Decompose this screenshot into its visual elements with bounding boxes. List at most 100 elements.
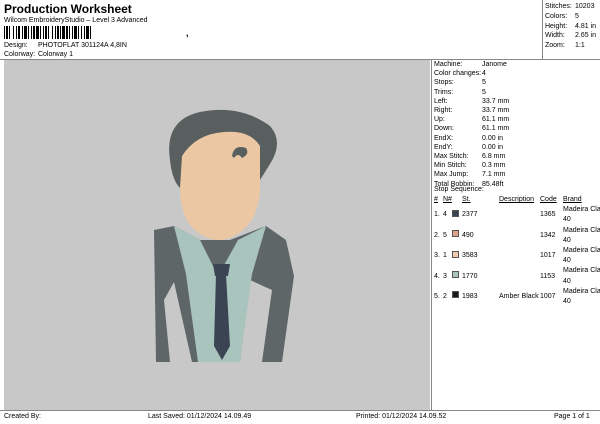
detail-value: 0.00 in: [482, 143, 504, 151]
detail-row: Left: 33.7 mm: [434, 97, 509, 106]
detail-value: 61.1 mm: [482, 125, 510, 133]
stop-cell-st: 1983: [462, 292, 478, 300]
stop-cell-n: 2.: [434, 231, 440, 239]
stop-cell-st: 2377: [462, 211, 478, 219]
color-swatch-icon: [452, 271, 459, 279]
stat-value: 1:1: [575, 42, 585, 50]
stop-column-header: Code: [540, 196, 557, 203]
detail-row: Trims: 5: [434, 88, 509, 97]
detail-label: Trims:: [434, 88, 454, 96]
detail-value: 33.7 mm: [482, 97, 510, 105]
stop-cell-code: 1017: [540, 252, 556, 260]
detail-row: EndX: 0.00 in: [434, 134, 509, 143]
thread-color-swatch: [452, 271, 462, 282]
detail-row: Color changes: 4: [434, 69, 509, 78]
detail-label: Max Stitch:: [434, 153, 469, 161]
color-swatch-icon: [452, 291, 459, 299]
detail-label: Machine:: [434, 61, 463, 68]
detail-value: 4: [482, 70, 486, 78]
barcode-bar: [91, 26, 93, 39]
stat-value: 4.81 in: [575, 22, 597, 30]
stat-label: Stitches:: [545, 3, 572, 10]
detail-value: 5: [482, 79, 486, 87]
detail-value: 61.1 mm: [482, 116, 510, 124]
detail-label: Right:: [434, 107, 453, 115]
detail-value: 85.48ft: [482, 180, 504, 188]
stop-cell-n: 3.: [434, 252, 440, 260]
detail-value: 5: [482, 88, 486, 96]
stop-row: 2.5 490 1342 Madeira Classic 40: [434, 226, 600, 246]
design-row: Design: PHOTOFLAT 301124A 4,8IN: [4, 42, 127, 49]
stop-sequence-table: # N# St. Description Code Brand 1. 4 2377 1365 Mad…: [434, 195, 600, 307]
detail-label: Color changes:: [434, 70, 482, 78]
software-subtitle: Wilcom EmbroideryStudio – Level 3 Advanc…: [4, 17, 148, 24]
stat-label: Height:: [545, 22, 568, 30]
stop-column-header: #: [434, 196, 438, 203]
stop-column-header: Description: [499, 196, 535, 203]
stats-divider: [542, 0, 543, 59]
detail-label: Min Stitch:: [434, 162, 467, 170]
stop-column-header: N#: [443, 196, 452, 203]
panel-divider: [431, 59, 432, 410]
stop-cell-brand: Madeira Classic 40: [563, 206, 600, 224]
detail-label: EndX:: [434, 134, 454, 142]
detail-value: 7.1 mm: [482, 171, 506, 179]
stop-cell-st: 3583: [462, 252, 478, 260]
stat-value: 10203: [575, 3, 595, 10]
worksheet-title: Production Worksheet: [4, 2, 132, 16]
thread-color-swatch: [452, 209, 462, 221]
detail-value: 0.00 in: [482, 134, 504, 142]
detail-label: Down:: [434, 125, 454, 133]
barcode: [4, 26, 184, 39]
stop-cell-st: 490: [462, 231, 474, 239]
thread-color-swatch: [452, 230, 462, 241]
stop-cell-nn: 1: [443, 252, 447, 260]
design-preview: [4, 60, 430, 410]
design-value: PHOTOFLAT 301124A 4,8IN: [37, 42, 127, 49]
detail-row: Max Stitch: 6.8 mm: [434, 152, 509, 161]
stat-label: Zoom:: [545, 42, 565, 50]
detail-row: Down: 61.1 mm: [434, 124, 509, 133]
stop-cell-n: 5.: [434, 292, 440, 300]
machine-details: Machine: Janome Color changes: 4 Stops: 5 Trim…: [434, 60, 509, 189]
created-by: Created By:: [4, 413, 41, 420]
detail-row: Machine: Janome: [434, 60, 509, 69]
color-swatch-icon: [452, 250, 459, 258]
stop-row: 5.2 1983 Amber Black1007 Madeira Classic 40: [434, 287, 600, 307]
stat-value: 5: [575, 12, 579, 20]
stat-row: Stitches: 10203: [545, 2, 596, 12]
stop-cell-brand: Madeira Classic 40: [563, 226, 600, 244]
stop-column-header: Brand: [563, 196, 582, 203]
stop-cell-nn: 2: [443, 292, 447, 300]
stop-cell-brand: Madeira Classic 40: [563, 267, 600, 285]
stop-cell-nn: 5: [443, 231, 447, 239]
stat-label: Colors:: [545, 12, 568, 20]
detail-value: Janome: [482, 61, 507, 68]
stop-cell-nn: 3: [443, 272, 447, 280]
stats-panel: Stitches: 10203 Colors: 5 Height: 4.81 in Widt…: [545, 2, 596, 51]
stop-cell-brand: Madeira Classic 40: [563, 247, 600, 265]
stop-cell-brand: Madeira Classic 40: [563, 287, 600, 306]
detail-row: Min Stitch: 0.3 mm: [434, 161, 509, 170]
design-label: Design:: [4, 42, 28, 49]
stop-cell-code: 1007: [540, 292, 556, 300]
detail-value: 33.7 mm: [482, 107, 510, 115]
stat-value: 2.65 in: [575, 32, 597, 40]
colorway-label: Colorway:: [4, 51, 36, 58]
stop-row: 4.3 1770 1153 Madeira Classic 40: [434, 266, 600, 286]
stat-row: Height: 4.81 in: [545, 22, 596, 32]
thread-color-swatch: [452, 250, 462, 262]
detail-row: Stops: 5: [434, 78, 509, 87]
stop-cell-n: 1.: [434, 211, 440, 219]
barcode-suffix: ,: [186, 28, 189, 38]
thread-color-swatch: [452, 291, 462, 302]
detail-value: 6.8 mm: [482, 153, 506, 161]
stop-cell-nn: 4: [443, 211, 447, 219]
detail-label: EndY:: [434, 143, 453, 151]
stop-header-row: # N# St. Description Code Brand: [434, 195, 600, 205]
detail-value: 0.3 mm: [482, 162, 506, 170]
detail-row: Up: 61.1 mm: [434, 115, 509, 124]
stop-cell-code: 1365: [540, 211, 556, 219]
colorway-row: Colorway: Colorway 1: [4, 51, 73, 58]
page-number: Page 1 of 1: [554, 413, 590, 420]
